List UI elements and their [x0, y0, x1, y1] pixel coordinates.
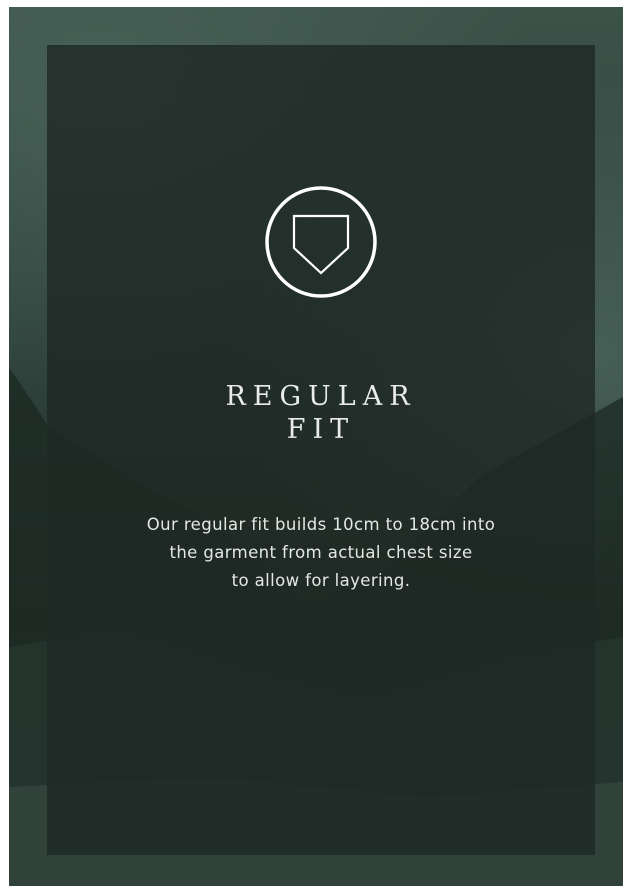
fit-description-line2: the garment from actual chest size — [169, 543, 473, 562]
fit-description: Our regular fit builds 10cm to 18cm into… — [87, 511, 555, 595]
fit-title-line1: REGULAR — [225, 381, 417, 412]
background-image: REGULAR FIT Our regular fit builds 10cm … — [9, 7, 623, 886]
fit-description-line1: Our regular fit builds 10cm to 18cm into — [146, 515, 496, 534]
fit-info-card: REGULAR FIT Our regular fit builds 10cm … — [47, 45, 595, 855]
fit-description-line3: to allow for layering. — [231, 571, 411, 590]
fit-title-line2: FIT — [286, 414, 356, 445]
fit-title: REGULAR FIT — [47, 380, 595, 446]
shield-icon — [264, 185, 378, 299]
